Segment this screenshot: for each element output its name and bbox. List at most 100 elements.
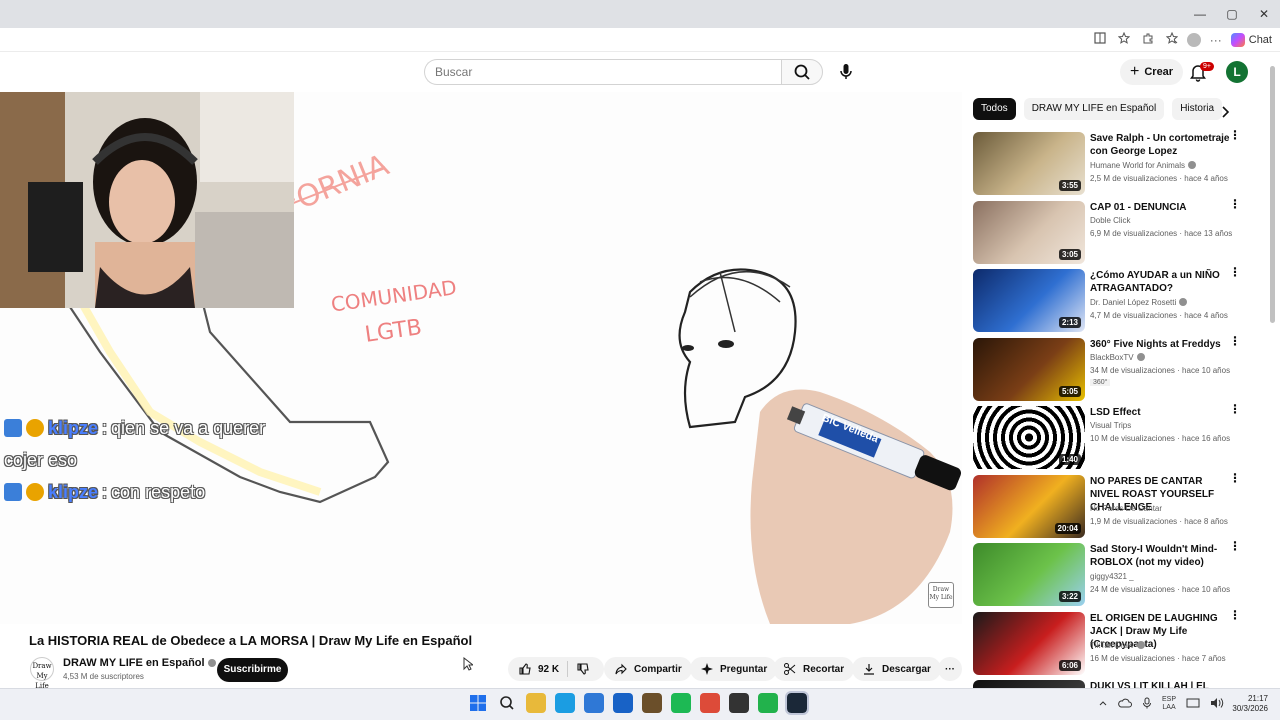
recommendation-card[interactable]: 3:22 Sad Story-I Wouldn't Mind-ROBLOX (no… — [973, 540, 1255, 612]
channel-name[interactable]: DRAW MY LIFE en Español — [63, 657, 216, 669]
volume-icon[interactable] — [1210, 697, 1224, 711]
minecraft-icon[interactable] — [642, 693, 662, 713]
video-thumbnail[interactable]: 3:55 — [973, 132, 1085, 195]
ask-button[interactable]: Preguntar — [690, 657, 778, 681]
recommendation-channel[interactable]: No Pares De Cantar — [1090, 504, 1162, 513]
channel-avatar[interactable]: Draw My Life — [30, 657, 54, 690]
outlook-icon[interactable] — [613, 693, 633, 713]
chip-channel[interactable]: DRAW MY LIFE en Español — [1023, 98, 1165, 120]
search-icon[interactable] — [497, 693, 517, 713]
video-title: La HISTORIA REAL de Obedece a LA MORSA |… — [29, 633, 473, 648]
more-options-icon[interactable]: ⋮ — [1229, 403, 1241, 422]
video-player[interactable]: BiC Velleda CALIFORNIA COMUNIDAD LGTB kl… — [0, 92, 962, 624]
chip-history[interactable]: Historia — [1172, 98, 1223, 120]
game-icon[interactable] — [758, 693, 778, 713]
recommendation-channel[interactable]: Humane World for Animals — [1090, 161, 1196, 170]
recommendation-title[interactable]: LSD Effect — [1090, 406, 1230, 419]
like-divider — [567, 661, 569, 677]
recommendation-card[interactable]: 2:13 ¿Cómo AYUDAR a un NIÑO ATRAGANTADO? D… — [973, 266, 1255, 338]
spotify-icon[interactable] — [671, 693, 691, 713]
toolbar-icons: ··· Chat — [1091, 31, 1272, 49]
video-thumbnail[interactable]: 6:06 — [973, 611, 1085, 675]
edge-icon[interactable] — [555, 693, 575, 713]
video-thumbnail[interactable]: 3:22 — [973, 543, 1085, 606]
recommendation-card[interactable]: 1:40 LSD Effect Visual Trips 10 M de visual… — [973, 403, 1255, 475]
recommendation-channel[interactable]: Doble Click — [1090, 216, 1130, 225]
close-button[interactable]: ✕ — [1248, 4, 1280, 24]
recommendation-title[interactable]: CAP 01 - DENUNCIA — [1090, 201, 1230, 214]
streamer-webcam — [0, 92, 294, 308]
store-icon[interactable] — [584, 693, 604, 713]
screen: — ▢ ✕ ··· Chat Buscar + Crear 9+ L BiC V… — [0, 0, 1280, 720]
extension-icon[interactable] — [1139, 31, 1157, 49]
chevron-right-icon[interactable] — [1216, 103, 1234, 121]
more-actions-button[interactable]: ··· — [938, 657, 962, 681]
share-label: Compartir — [634, 663, 682, 675]
thumbs-down-icon — [577, 663, 589, 675]
download-button[interactable]: Descargar — [852, 657, 941, 681]
profile-icon[interactable] — [1186, 33, 1201, 47]
microphone-tray-icon[interactable] — [1142, 697, 1152, 711]
recommendation-card[interactable]: 3:55 Save Ralph - Un cortometraje con Geo… — [973, 129, 1255, 201]
copilot-chat-button[interactable]: Chat — [1230, 33, 1272, 47]
more-options-icon[interactable]: ⋮ — [1229, 266, 1241, 285]
more-options-icon[interactable]: ⋮ — [1229, 129, 1241, 148]
verified-icon — [1136, 640, 1145, 649]
video-thumbnail[interactable]: 3:05 — [973, 200, 1085, 264]
search-button[interactable] — [781, 59, 823, 85]
scrollbar-thumb[interactable] — [1270, 66, 1275, 323]
star-icon[interactable] — [1115, 31, 1133, 49]
chevron-up-icon[interactable] — [1098, 698, 1108, 710]
video-thumbnail[interactable]: 5:05 — [973, 337, 1085, 401]
clip-button[interactable]: Recortar — [773, 657, 855, 681]
subscribe-button[interactable]: Suscribirme — [217, 658, 288, 682]
chip-all[interactable]: Todos — [973, 98, 1016, 120]
recommendation-card[interactable]: 20:04 NO PARES DE CANTAR NIVEL ROAST YOUR… — [973, 472, 1255, 544]
video-thumbnail[interactable]: 2:13 — [973, 269, 1085, 332]
create-button[interactable]: + Crear — [1120, 59, 1184, 85]
more-options-icon[interactable]: ⋮ — [1229, 609, 1241, 628]
recommendation-card[interactable]: 3:05 CAP 01 - DENUNCIA Doble Click 6,9 M de… — [973, 198, 1255, 270]
more-options-icon[interactable]: ⋮ — [1229, 540, 1241, 559]
recommendation-channel[interactable]: giggy4321 _ — [1090, 572, 1134, 581]
windows-start-icon[interactable] — [468, 693, 488, 713]
file-explorer-icon[interactable] — [526, 693, 546, 713]
chrome-icon[interactable] — [700, 693, 720, 713]
recommendation-channel[interactable]: TikTak Draw — [1090, 640, 1145, 650]
dislike-button[interactable] — [576, 662, 590, 676]
restore-button[interactable]: ▢ — [1216, 4, 1248, 24]
steam-icon[interactable] — [785, 691, 809, 715]
duration-badge: 6:06 — [1058, 659, 1081, 671]
language-indicator[interactable]: ESP LAA — [1162, 696, 1176, 712]
more-icon[interactable]: ··· — [1207, 31, 1225, 49]
recommendation-title[interactable]: 360° Five Nights at Freddys — [1090, 338, 1230, 351]
like-button[interactable]: 92 K — [518, 662, 559, 676]
user-avatar[interactable]: L — [1226, 61, 1248, 83]
minimize-button[interactable]: — — [1184, 4, 1216, 24]
more-options-icon[interactable]: ⋮ — [1229, 335, 1241, 354]
verified-icon — [207, 659, 216, 667]
share-button[interactable]: Compartir — [604, 657, 692, 681]
voice-search-button[interactable] — [832, 58, 860, 86]
recommendation-title[interactable]: Sad Story-I Wouldn't Mind-ROBLOX (not my… — [1090, 543, 1230, 569]
more-options-icon[interactable]: ⋮ — [1229, 472, 1241, 491]
tab-icon[interactable] — [1091, 31, 1109, 49]
obs-icon[interactable] — [729, 693, 749, 713]
copilot-icon — [1230, 33, 1245, 47]
ask-label: Preguntar — [720, 663, 768, 675]
recommendation-channel[interactable]: Visual Trips — [1090, 421, 1131, 430]
network-icon[interactable] — [1186, 697, 1200, 711]
recommendation-title[interactable]: Save Ralph - Un cortometraje con George … — [1090, 132, 1230, 158]
favorites-icon[interactable] — [1163, 31, 1181, 49]
recommendation-card[interactable]: 5:05 360° Five Nights at Freddys BlackBoxT… — [973, 335, 1255, 407]
cloud-icon[interactable] — [1118, 698, 1132, 710]
recommendation-card[interactable]: 6:06 EL ORIGEN DE LAUGHING JACK | Draw My… — [973, 609, 1255, 681]
recommendation-channel[interactable]: Dr. Daniel López Rosetti — [1090, 298, 1188, 307]
recommendation-title[interactable]: ¿Cómo AYUDAR a un NIÑO ATRAGANTADO? — [1090, 269, 1230, 295]
more-options-icon[interactable]: ⋮ — [1229, 198, 1241, 217]
recommendation-channel[interactable]: BlackBoxTV — [1090, 352, 1145, 362]
video-thumbnail[interactable]: 1:40 — [973, 406, 1085, 469]
search-input[interactable] — [424, 59, 782, 85]
clock[interactable]: 21:17 30/3/2026 — [1232, 694, 1268, 714]
video-thumbnail[interactable]: 20:04 — [973, 474, 1085, 538]
